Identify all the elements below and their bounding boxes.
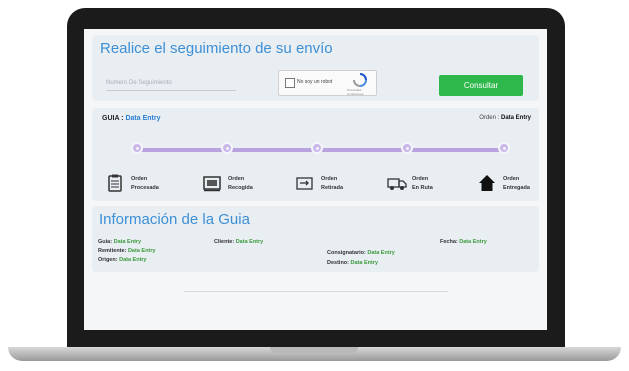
tracking-title: Realice el seguimiento de su envío — [100, 40, 333, 57]
step-label: Orden En Ruta — [412, 176, 433, 191]
guide-value: Data Entry — [125, 115, 161, 122]
timeline-dot — [401, 142, 413, 154]
laptop-notch — [270, 347, 358, 353]
home-icon — [479, 175, 495, 191]
clipboard-icon — [108, 174, 122, 192]
guide-info-panel: Información de la Guia Guia: Data Entry … — [92, 206, 539, 272]
info-guia: Guia: Data Entry — [98, 239, 142, 245]
timeline-dot — [498, 142, 510, 154]
info-cliente: Cliente: Data Entry — [214, 239, 264, 245]
info-destino: Destino: Data Entry — [327, 260, 379, 266]
tracking-number-input[interactable]: Numero De Seguimiento — [106, 76, 236, 91]
tracking-panel: Realice el seguimiento de su envío Numer… — [92, 35, 539, 101]
timeline-dot — [221, 142, 233, 154]
laptop-screen: Realice el seguimiento de su envío Numer… — [84, 29, 547, 330]
captcha-label: No soy un robot — [297, 79, 333, 85]
timeline-dot — [311, 142, 323, 154]
order-number: Orden : Data Entry — [479, 115, 531, 121]
step-label: Orden Procesada — [131, 176, 159, 191]
info-consignatario: Consignatario: Data Entry — [327, 250, 395, 256]
recaptcha-icon — [353, 73, 367, 87]
guide-number: GUIA : Data Entry — [102, 115, 161, 122]
step-label: Orden Retirada — [321, 176, 344, 191]
info-fecha: Fecha: Data Entry — [440, 239, 487, 245]
guide-status-panel: GUIA : Data Entry Orden : Data Entry Ord… — [92, 108, 539, 201]
info-origen: Origen: Data Entry — [98, 257, 147, 263]
info-title: Información de la Guia — [99, 211, 250, 228]
step-label: Orden Recogida — [228, 176, 253, 191]
package-icon — [203, 176, 221, 192]
recaptcha-widget[interactable]: No soy un robot Privacidad - Condiciones — [278, 70, 377, 96]
divider — [184, 291, 448, 292]
box-arrow-icon — [296, 177, 313, 190]
order-label: Orden : — [479, 115, 500, 121]
truck-icon — [387, 178, 407, 190]
captcha-checkbox[interactable] — [285, 78, 295, 88]
consultar-button[interactable]: Consultar — [439, 75, 523, 96]
step-label: Orden Entregada — [503, 176, 530, 191]
order-value: Data Entry — [500, 115, 531, 121]
timeline-dot — [131, 142, 143, 154]
info-remitente: Remitente: Data Entry — [98, 248, 156, 254]
guide-label: GUIA : — [102, 115, 124, 122]
captcha-legal: Privacidad - Condiciones — [347, 88, 364, 96]
